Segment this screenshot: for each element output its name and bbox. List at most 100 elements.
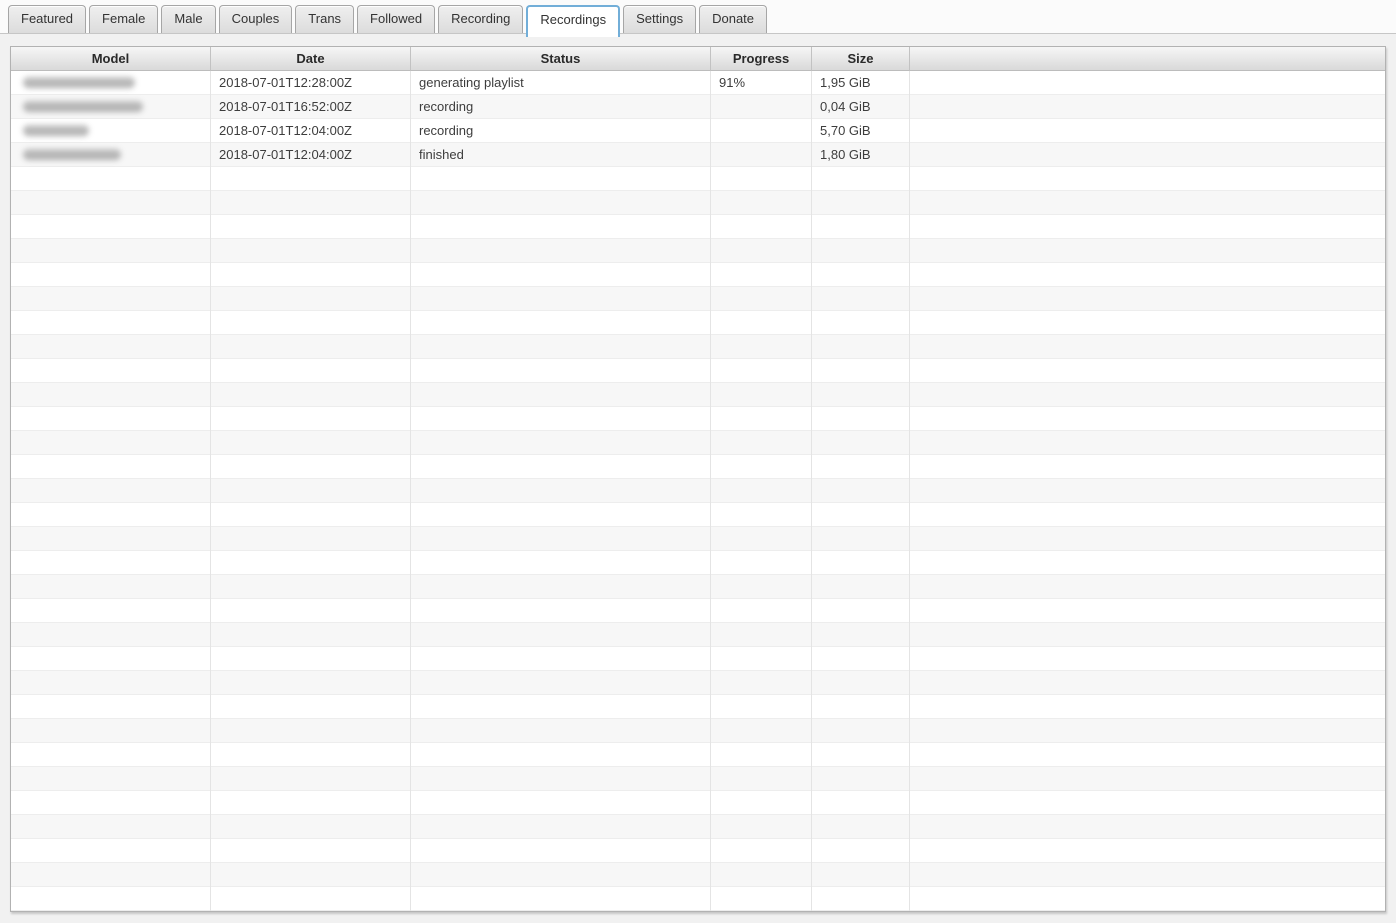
empty-cell bbox=[812, 623, 910, 647]
empty-cell bbox=[711, 695, 812, 719]
tab-couples[interactable]: Couples bbox=[219, 5, 293, 33]
empty-cell bbox=[711, 839, 812, 863]
empty-cell bbox=[910, 191, 1385, 215]
empty-cell bbox=[211, 407, 411, 431]
cell-progress: 91% bbox=[711, 71, 812, 95]
empty-cell bbox=[711, 719, 812, 743]
cell-filler bbox=[910, 95, 1385, 119]
empty-cell bbox=[211, 383, 411, 407]
empty-cell bbox=[411, 719, 711, 743]
empty-cell bbox=[211, 551, 411, 575]
empty-cell bbox=[812, 743, 910, 767]
empty-cell bbox=[812, 599, 910, 623]
empty-cell bbox=[211, 887, 411, 911]
empty-cell bbox=[910, 311, 1385, 335]
cell-status: generating playlist bbox=[411, 71, 711, 95]
empty-cell bbox=[812, 551, 910, 575]
empty-cell bbox=[211, 215, 411, 239]
empty-cell bbox=[11, 839, 211, 863]
empty-cell bbox=[711, 407, 812, 431]
empty-cell bbox=[711, 431, 812, 455]
empty-cell bbox=[11, 815, 211, 839]
empty-cell bbox=[211, 191, 411, 215]
table-row[interactable]: 2018-07-01T12:04:00Zrecording5,70 GiB bbox=[11, 119, 1385, 143]
cell-progress bbox=[711, 119, 812, 143]
empty-cell bbox=[711, 863, 812, 887]
empty-cell bbox=[812, 527, 910, 551]
empty-cell bbox=[411, 479, 711, 503]
empty-cell bbox=[411, 791, 711, 815]
empty-cell bbox=[211, 623, 411, 647]
empty-cell bbox=[411, 311, 711, 335]
cell-progress bbox=[711, 95, 812, 119]
empty-cell bbox=[812, 191, 910, 215]
tab-followed[interactable]: Followed bbox=[357, 5, 435, 33]
empty-cell bbox=[411, 767, 711, 791]
column-header-date[interactable]: Date bbox=[211, 47, 411, 71]
empty-cell bbox=[211, 839, 411, 863]
empty-cell bbox=[812, 239, 910, 263]
empty-cell bbox=[711, 671, 812, 695]
tab-male[interactable]: Male bbox=[161, 5, 215, 33]
empty-cell bbox=[411, 623, 711, 647]
table-row[interactable]: 2018-07-01T12:28:00Zgenerating playlist9… bbox=[11, 71, 1385, 95]
empty-cell bbox=[411, 551, 711, 575]
empty-cell bbox=[711, 383, 812, 407]
empty-cell bbox=[211, 599, 411, 623]
tab-settings[interactable]: Settings bbox=[623, 5, 696, 33]
empty-cell bbox=[711, 503, 812, 527]
empty-cell bbox=[411, 335, 711, 359]
empty-cell bbox=[211, 695, 411, 719]
empty-table-row bbox=[11, 335, 1385, 359]
empty-table-row bbox=[11, 671, 1385, 695]
column-header-status[interactable]: Status bbox=[411, 47, 711, 71]
table-row[interactable]: 2018-07-01T16:52:00Zrecording0,04 GiB bbox=[11, 95, 1385, 119]
cell-filler bbox=[910, 119, 1385, 143]
empty-cell bbox=[711, 527, 812, 551]
empty-cell bbox=[910, 455, 1385, 479]
tab-donate[interactable]: Donate bbox=[699, 5, 767, 33]
empty-cell bbox=[910, 791, 1385, 815]
empty-table-row bbox=[11, 743, 1385, 767]
empty-cell bbox=[211, 455, 411, 479]
empty-cell bbox=[411, 575, 711, 599]
empty-cell bbox=[910, 575, 1385, 599]
tab-female[interactable]: Female bbox=[89, 5, 158, 33]
tab-trans[interactable]: Trans bbox=[295, 5, 354, 33]
tab-featured[interactable]: Featured bbox=[8, 5, 86, 33]
table-row[interactable]: 2018-07-01T12:04:00Zfinished1,80 GiB bbox=[11, 143, 1385, 167]
cell-size: 1,80 GiB bbox=[812, 143, 910, 167]
empty-cell bbox=[812, 767, 910, 791]
tab-recordings[interactable]: Recordings bbox=[526, 5, 620, 37]
redacted-model-name bbox=[23, 77, 135, 88]
empty-cell bbox=[11, 239, 211, 263]
empty-cell bbox=[11, 863, 211, 887]
empty-cell bbox=[411, 215, 711, 239]
empty-cell bbox=[11, 623, 211, 647]
empty-cell bbox=[910, 383, 1385, 407]
empty-cell bbox=[411, 191, 711, 215]
table-body: 2018-07-01T12:28:00Zgenerating playlist9… bbox=[11, 71, 1385, 911]
cell-status: recording bbox=[411, 119, 711, 143]
empty-cell bbox=[910, 767, 1385, 791]
empty-cell bbox=[812, 791, 910, 815]
empty-cell bbox=[211, 431, 411, 455]
column-header-model[interactable]: Model bbox=[11, 47, 211, 71]
cell-date: 2018-07-01T12:04:00Z bbox=[211, 143, 411, 167]
cell-size: 5,70 GiB bbox=[812, 119, 910, 143]
empty-table-row bbox=[11, 383, 1385, 407]
column-header-progress[interactable]: Progress bbox=[711, 47, 812, 71]
empty-cell bbox=[411, 431, 711, 455]
tab-recording[interactable]: Recording bbox=[438, 5, 523, 33]
empty-cell bbox=[910, 527, 1385, 551]
column-header-size[interactable]: Size bbox=[812, 47, 910, 71]
empty-cell bbox=[411, 503, 711, 527]
recordings-table: ModelDateStatusProgressSize 2018-07-01T1… bbox=[10, 46, 1386, 912]
empty-cell bbox=[211, 791, 411, 815]
empty-cell bbox=[211, 503, 411, 527]
empty-cell bbox=[711, 455, 812, 479]
empty-cell bbox=[411, 239, 711, 263]
empty-cell bbox=[812, 287, 910, 311]
empty-cell bbox=[812, 311, 910, 335]
empty-table-row bbox=[11, 815, 1385, 839]
